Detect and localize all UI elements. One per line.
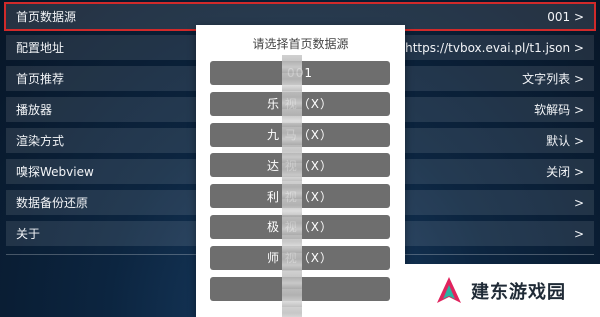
setting-label: 首页推荐 [16,72,65,86]
setting-value: 软解码 > [534,103,584,117]
setting-label: 渲染方式 [16,134,65,148]
setting-label: 首页数据源 [16,10,77,24]
setting-value: 关闭 > [546,165,584,179]
setting-label: 关于 [16,227,41,241]
setting-label: 播放器 [16,103,53,117]
setting-value: > [573,226,584,241]
setting-label: 配置地址 [16,41,65,55]
watermark: 建东游戏园 [405,264,600,317]
setting-label: 嗅探Webview [16,165,94,179]
watermark-logo-icon [437,276,461,303]
setting-value: https://tvbox.evai.pl/t1.json > [405,40,584,55]
watermark-text: 建东游戏园 [471,281,566,303]
setting-value: > [573,195,584,210]
setting-value: 文字列表 > [522,72,584,86]
dialog-title: 请选择首页数据源 [252,37,349,51]
setting-value: 默认 > [546,134,584,148]
redaction-blur [282,55,302,317]
setting-label: 数据备份还原 [16,196,89,210]
setting-value: 001 > [547,9,584,24]
